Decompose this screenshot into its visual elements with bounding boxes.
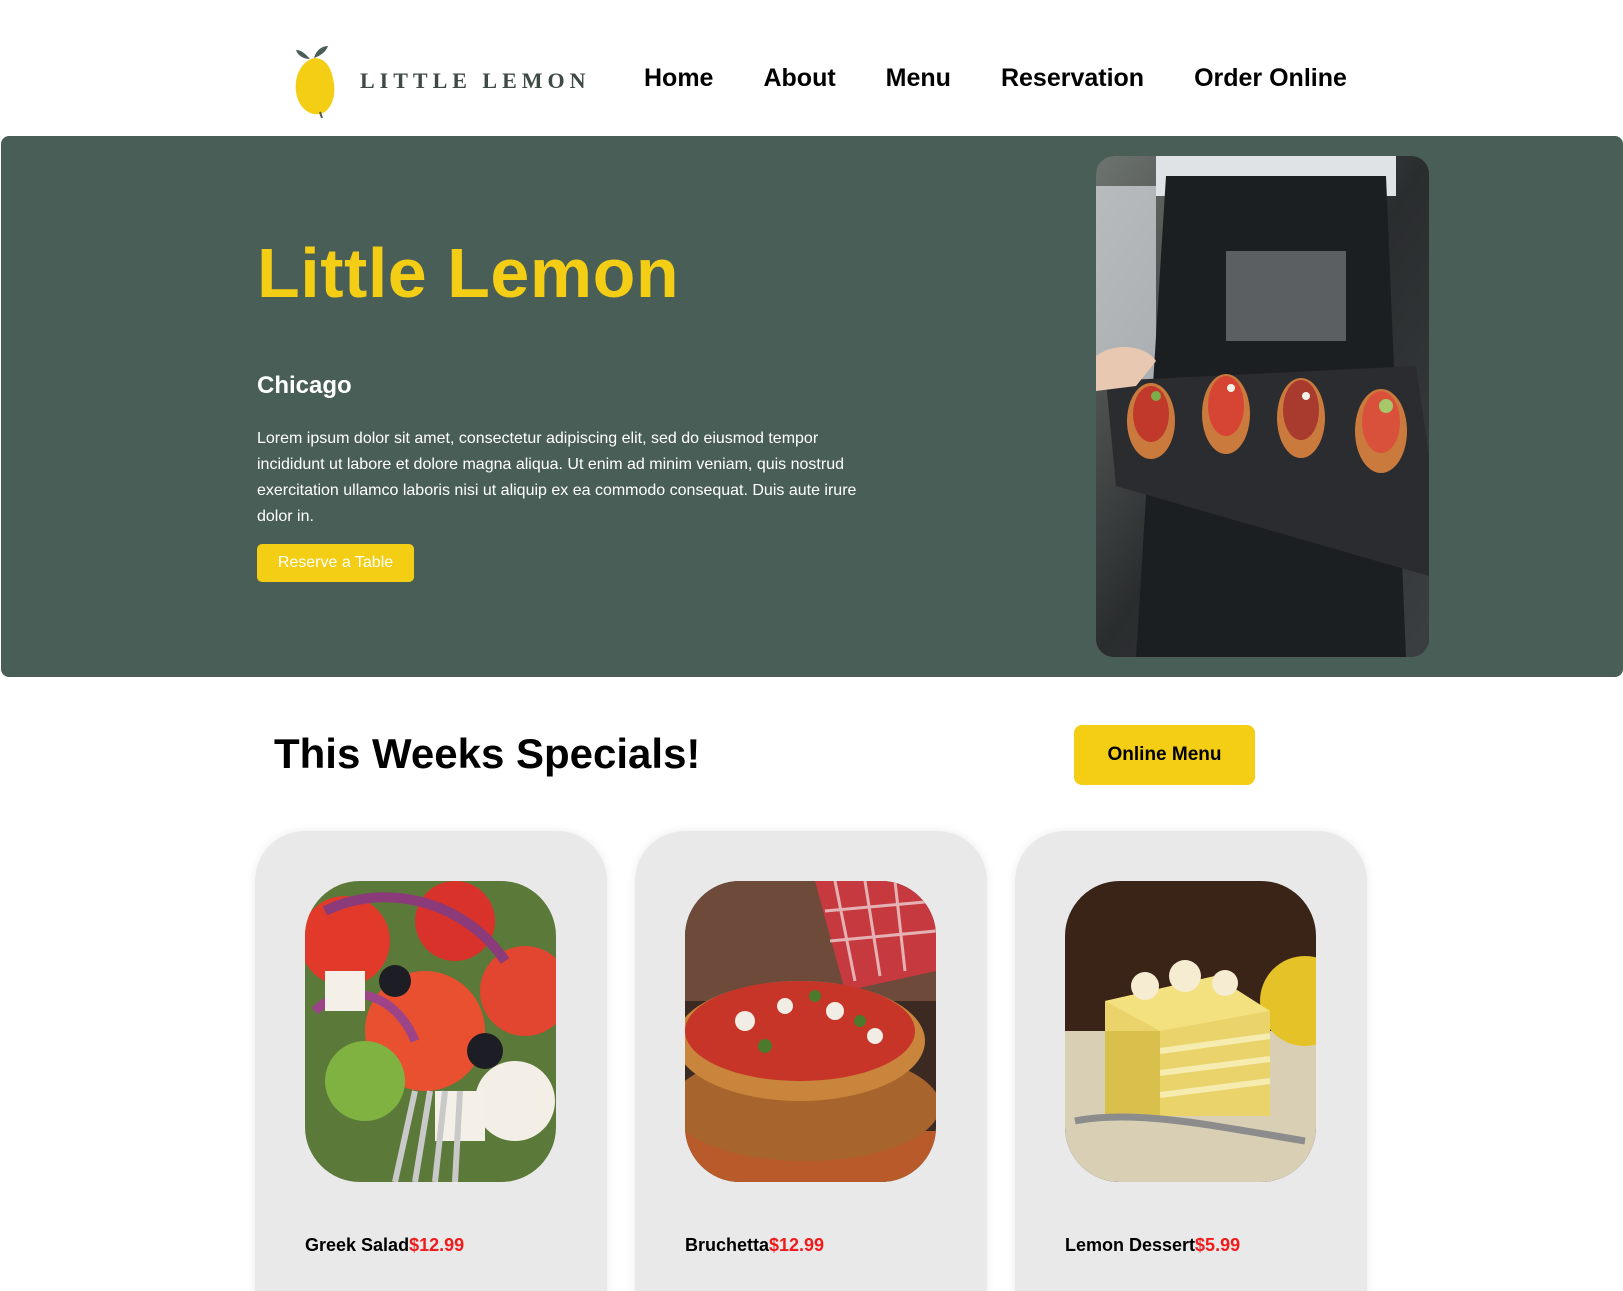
special-card-label: Greek Salad$12.99 [305,1235,464,1256]
dish-price: $12.99 [409,1235,465,1255]
online-menu-button[interactable]: Online Menu [1074,725,1255,785]
dish-price: $12.99 [769,1235,825,1255]
lemon-logo-icon [292,44,338,119]
greek-salad-image [305,881,556,1182]
dish-price: $5.99 [1195,1235,1241,1255]
logo-text: LITTLE LEMON [360,68,591,93]
reserve-table-button[interactable]: Reserve a Table [257,544,414,582]
dish-name: Lemon Dessert [1065,1235,1196,1255]
special-card-bruchetta[interactable]: Bruchetta$12.99 [635,831,987,1291]
hero-title: Little Lemon [257,234,680,312]
logo[interactable]: LITTLE LEMON [292,44,591,119]
special-card-greek-salad[interactable]: Greek Salad$12.99 [255,831,607,1291]
bruchetta-image [685,881,936,1182]
nav-reservation[interactable]: Reservation [1001,64,1144,93]
nav-about[interactable]: About [763,64,835,93]
nav-menu[interactable]: Menu [886,64,951,93]
hero-section: Little Lemon Chicago Lorem ipsum dolor s… [1,136,1623,677]
nav-order-online[interactable]: Order Online [1194,64,1347,93]
main-nav: Home About Menu Reservation Order Online [644,64,1347,93]
site-header: LITTLE LEMON Home About Menu Reservation… [0,0,1623,136]
specials-title: This Weeks Specials! [274,730,701,777]
nav-home[interactable]: Home [644,64,713,93]
hero-image [1096,156,1429,657]
hero-description: Lorem ipsum dolor sit amet, consectetur … [257,430,857,525]
lemon-dessert-image [1065,881,1316,1182]
special-card-lemon-dessert[interactable]: Lemon Dessert$5.99 [1015,831,1367,1291]
special-card-label: Lemon Dessert$5.99 [1065,1235,1240,1256]
dish-name: Greek Salad [305,1235,410,1255]
dish-name: Bruchetta [685,1235,770,1255]
hero-subtitle: Chicago [257,372,352,399]
special-card-label: Bruchetta$12.99 [685,1235,824,1256]
